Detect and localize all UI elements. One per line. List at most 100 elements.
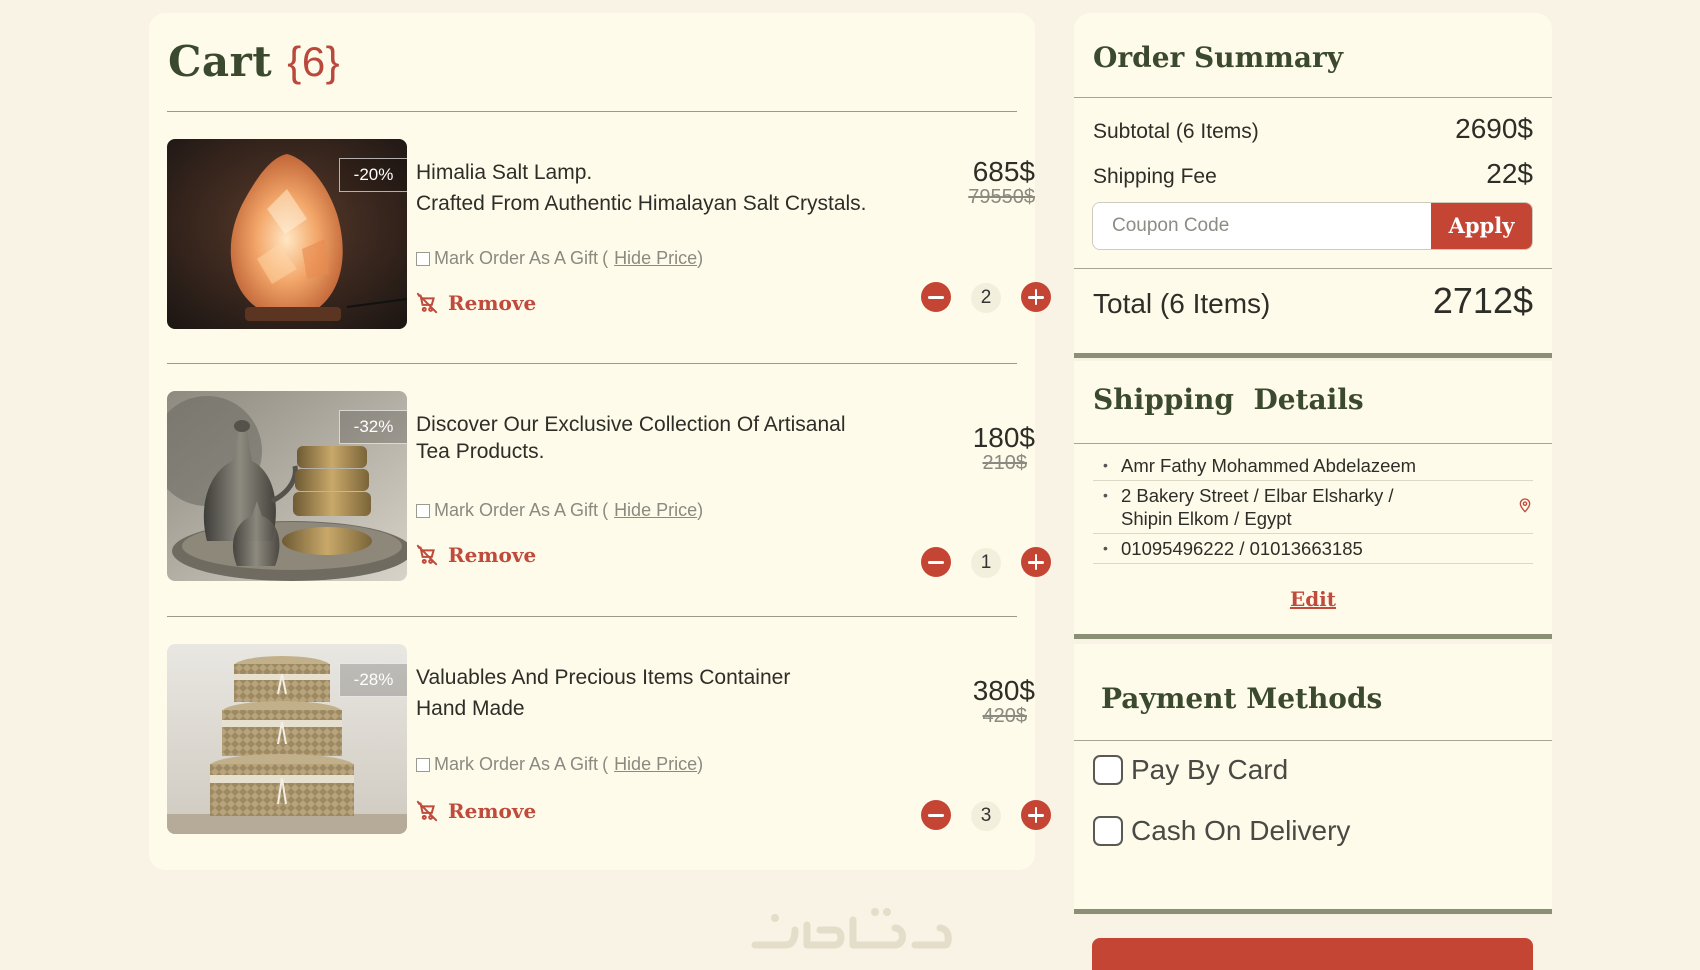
cart-remove-icon [416,292,438,314]
shipping-fee-label: Shipping Fee [1093,165,1217,188]
location-pin-icon[interactable] [1517,496,1533,514]
checkout-button[interactable] [1092,938,1533,970]
product-name: Himalia Salt Lamp. [416,161,593,184]
remove-label: Remove [448,291,537,315]
cart-item: -32% Discover Our Exclusive Collection O… [167,391,1051,581]
decrease-quantity-button[interactable] [921,282,951,312]
divider [1074,909,1552,914]
remove-label: Remove [448,543,537,567]
divider [1074,97,1552,98]
current-price: 685$ [972,156,1035,187]
cash-on-delivery-label: Cash On Delivery [1131,815,1351,846]
side-column: Order Summary Subtotal (6 Items) 2690$ S… [1074,13,1552,970]
coupon-input[interactable] [1093,203,1433,249]
remove-button[interactable]: Remove [416,799,536,823]
quantity-stepper: 3 [921,800,1051,832]
quantity-value: 3 [971,801,1001,831]
total-label: Total (6 Items) [1093,288,1271,319]
subtotal-value: 2690$ [1455,113,1533,144]
gift-label: Mark Order As A Gift [434,500,599,520]
cash-on-delivery-option[interactable]: Cash On Delivery [1093,815,1350,847]
shipping-details-card: Shipping Details Amr Fathy Mohammed Abde… [1074,361,1552,639]
product-description: Valuables And Precious Items Container H… [416,662,896,724]
product-name: Valuables And Precious Items Container [416,666,791,689]
hide-price-link[interactable]: Hide Price [614,248,697,268]
cart-count: {6} [287,38,341,85]
pay-by-card-checkbox[interactable] [1093,755,1123,785]
discount-badge: -28% [339,663,407,697]
cart-title-text: Cart [168,37,273,86]
product-image-salt-lamp[interactable]: -20% [167,139,407,329]
coupon-form: Apply [1092,202,1533,250]
payment-methods-title: Payment Methods [1101,682,1383,715]
order-summary-title: Order Summary [1093,41,1344,74]
subtotal-row: Subtotal (6 Items) 2690$ [1093,113,1533,145]
cart-item: -20% Himalia Salt Lamp. Crafted From Aut… [167,139,1051,329]
apply-coupon-button[interactable]: Apply [1431,203,1532,249]
address-line-1: 2 Bakery Street / Elbar Elsharky / [1121,485,1394,506]
product-subtitle: Crafted From Authentic Himalayan Salt Cr… [416,192,867,215]
gift-option: Mark Order As A Gift (Hide Price) [416,248,703,269]
gift-option: Mark Order As A Gift (Hide Price) [416,754,703,775]
cash-on-delivery-checkbox[interactable] [1093,816,1123,846]
product-subtitle: Tea Products. [416,440,545,463]
decrease-quantity-button[interactable] [921,547,951,577]
pay-by-card-option[interactable]: Pay By Card [1093,754,1288,786]
divider [1074,353,1552,358]
price-block: 180$ 210$ [895,422,1035,474]
original-price: 210$ [982,452,1028,474]
total-row: Total (6 Items) 2712$ [1093,280,1533,322]
address-line-2: Shipin Elkom / Egypt [1121,508,1292,529]
cart-remove-icon [416,544,438,566]
page-title: Cart {6} [168,37,340,86]
edit-shipping-link[interactable]: Edit [1074,587,1552,611]
discount-badge: -20% [339,158,407,192]
increase-quantity-button[interactable] [1021,800,1051,830]
watermark-logo [751,908,952,949]
original-price: 420$ [982,705,1028,727]
quantity-value: 2 [971,283,1001,313]
gift-checkbox[interactable] [416,757,430,772]
remove-button[interactable]: Remove [416,543,536,567]
product-description: Discover Our Exclusive Collection Of Art… [416,411,896,465]
remove-button[interactable]: Remove [416,291,536,315]
quantity-stepper: 1 [921,547,1051,579]
gift-checkbox[interactable] [416,503,430,518]
hide-price-link[interactable]: Hide Price [614,754,697,774]
shipping-phones: 01095496222 / 01013663185 [1093,534,1533,564]
current-price: 380$ [972,675,1035,706]
product-image-tea-set[interactable]: -32% [167,391,407,581]
product-subtitle: Hand Made [416,697,525,720]
gift-label: Mark Order As A Gift [434,248,599,268]
divider [167,363,1017,364]
cart-panel: Cart {6} -20% Himalia Salt Lamp. Crafted… [149,13,1051,870]
shipping-name: Amr Fathy Mohammed Abdelazeem [1093,451,1533,481]
price-block: 380$ 420$ [895,675,1035,727]
product-description: Himalia Salt Lamp. Crafted From Authenti… [416,157,896,219]
divider [167,616,1017,617]
shipping-address: 2 Bakery Street / Elbar Elsharky / Shipi… [1093,481,1533,534]
current-price: 180$ [972,422,1035,453]
original-price: 79550$ [968,186,1035,208]
total-value: 2712$ [1432,280,1533,321]
cart-remove-icon [416,800,438,822]
product-name: Discover Our Exclusive Collection Of Art… [416,413,846,436]
price-block: 685$ 79550$ [895,156,1035,208]
gift-option: Mark Order As A Gift (Hide Price) [416,500,703,521]
increase-quantity-button[interactable] [1021,282,1051,312]
divider [1074,634,1552,639]
hide-price-link[interactable]: Hide Price [614,500,697,520]
gift-label: Mark Order As A Gift [434,754,599,774]
divider [1074,740,1552,741]
increase-quantity-button[interactable] [1021,547,1051,577]
shipping-fee-row: Shipping Fee 22$ [1093,158,1533,190]
decrease-quantity-button[interactable] [921,800,951,830]
payment-methods-card: Payment Methods Pay By Card Cash On Deli… [1074,644,1552,914]
divider [167,111,1017,112]
discount-badge: -32% [339,410,407,444]
order-summary-card: Order Summary Subtotal (6 Items) 2690$ S… [1074,13,1552,358]
gift-checkbox[interactable] [416,251,430,266]
divider [1074,443,1552,444]
shipping-fee-value: 22$ [1486,158,1533,189]
product-image-baskets[interactable]: -28% [167,644,407,834]
